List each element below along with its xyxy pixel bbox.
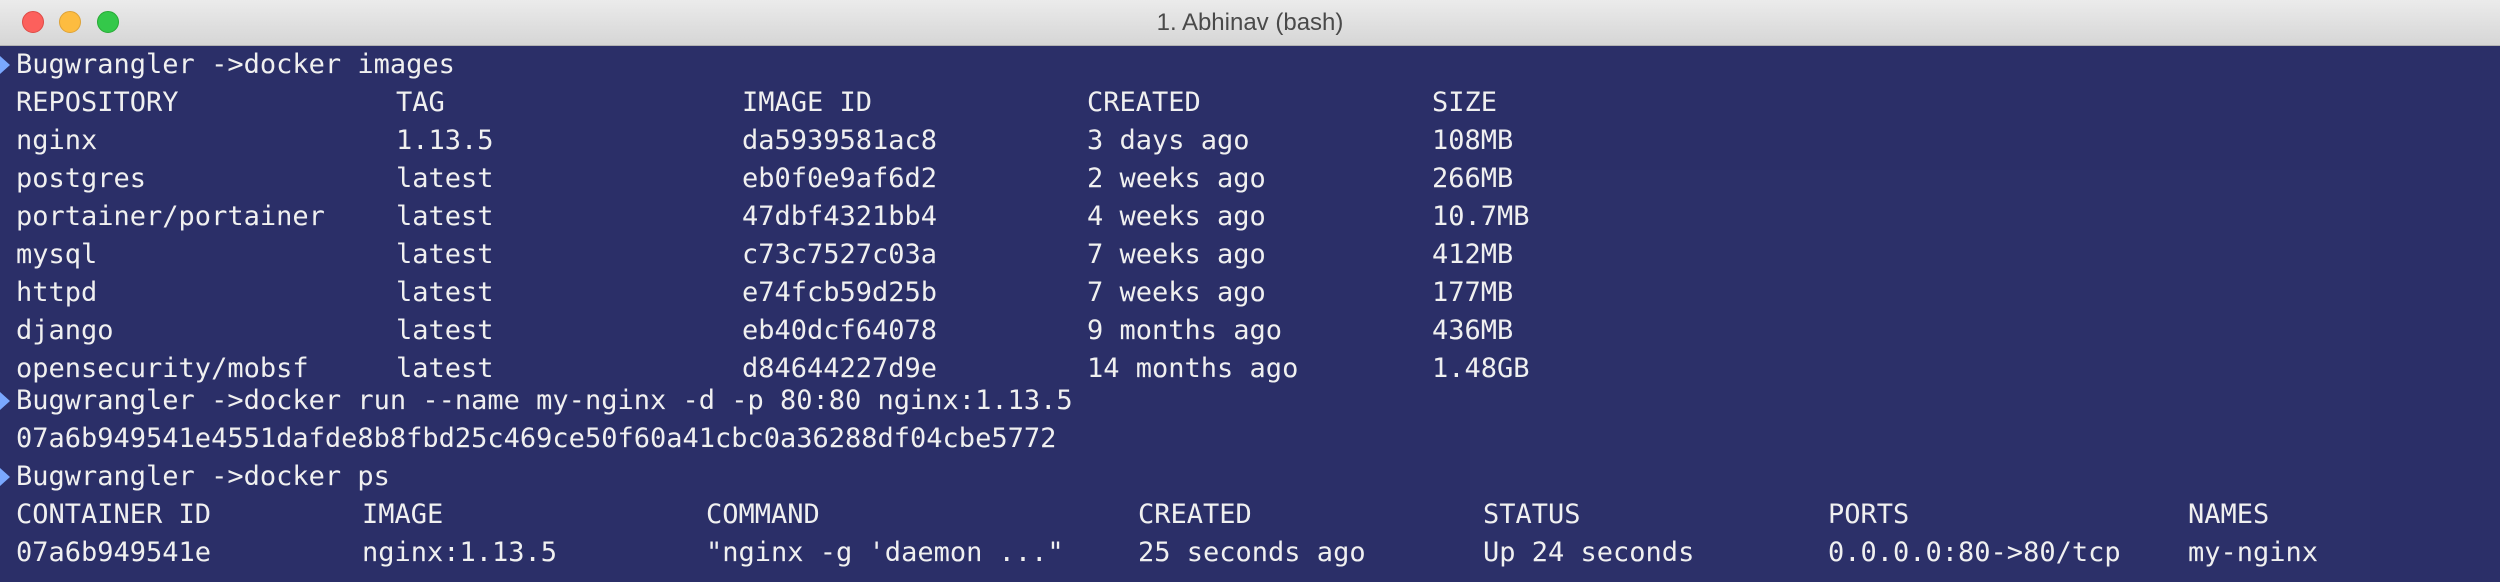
table-header-cell: CREATED xyxy=(1138,499,1252,530)
command-line: Bugwrangler ->docker run --name my-nginx… xyxy=(16,385,1073,416)
table-cell: latest xyxy=(396,239,494,270)
table-cell: nginx:1.13.5 xyxy=(362,537,558,568)
table-header-cell: NAMES xyxy=(2188,499,2270,530)
prompt-marker-icon xyxy=(0,56,10,74)
title-bar[interactable]: 1. Abhinav (bash) xyxy=(0,0,2500,46)
table-cell: c73c7527c03a xyxy=(742,239,938,270)
prompt-marker-icon xyxy=(0,392,10,410)
table-header-cell: IMAGE xyxy=(362,499,444,530)
table-header-cell: CONTAINER ID xyxy=(16,499,212,530)
table-cell: 108MB xyxy=(1432,125,1514,156)
table-header-cell: REPOSITORY xyxy=(16,87,179,118)
table-header-cell: IMAGE ID xyxy=(742,87,873,118)
table-cell: 1.48GB xyxy=(1432,353,1530,384)
table-header-cell: COMMAND xyxy=(706,499,820,530)
table-cell: da5939581ac8 xyxy=(742,125,938,156)
terminal-window: 1. Abhinav (bash) Bugwrangler ->docker i… xyxy=(0,0,2500,582)
table-cell: postgres xyxy=(16,163,147,194)
terminal-output[interactable]: Bugwrangler ->docker images REPOSITORY TA… xyxy=(0,46,2500,582)
table-cell: 14 months ago xyxy=(1087,353,1299,384)
table-cell: eb0f0e9af6d2 xyxy=(742,163,938,194)
prompt-marker-icon xyxy=(0,468,10,486)
table-cell: portainer/portainer xyxy=(16,201,325,232)
table-cell: 266MB xyxy=(1432,163,1514,194)
table-cell: mysql xyxy=(16,239,98,270)
table-cell: 10.7MB xyxy=(1432,201,1530,232)
command-line: Bugwrangler ->docker ps xyxy=(16,461,390,492)
table-cell: Up 24 seconds xyxy=(1483,537,1695,568)
table-header-cell: CREATED xyxy=(1087,87,1201,118)
table-cell: django xyxy=(16,315,114,346)
table-cell: latest xyxy=(396,201,494,232)
table-cell: 177MB xyxy=(1432,277,1514,308)
table-header-cell: STATUS xyxy=(1483,499,1581,530)
table-cell: eb40dcf64078 xyxy=(742,315,938,346)
table-cell: my-nginx xyxy=(2188,537,2319,568)
table-cell: 0.0.0.0:80->80/tcp xyxy=(1828,537,2121,568)
table-cell: 3 days ago xyxy=(1087,125,1250,156)
table-cell: 7 weeks ago xyxy=(1087,277,1266,308)
table-cell: nginx xyxy=(16,125,98,156)
table-cell: 47dbf4321bb4 xyxy=(742,201,938,232)
table-cell: 436MB xyxy=(1432,315,1514,346)
table-header-cell: TAG xyxy=(396,87,445,118)
window-title: 1. Abhinav (bash) xyxy=(1156,9,1344,36)
table-header-cell: SIZE xyxy=(1432,87,1498,118)
table-cell: httpd xyxy=(16,277,98,308)
table-cell: 9 months ago xyxy=(1087,315,1283,346)
table-cell: latest xyxy=(396,315,494,346)
table-cell: "nginx -g 'daemon ..." xyxy=(706,537,1064,568)
table-cell: 412MB xyxy=(1432,239,1514,270)
table-cell: e74fcb59d25b xyxy=(742,277,938,308)
table-cell: latest xyxy=(396,163,494,194)
table-cell: 7 weeks ago xyxy=(1087,239,1266,270)
table-cell: latest xyxy=(396,277,494,308)
table-cell: 25 seconds ago xyxy=(1138,537,1366,568)
table-cell: 07a6b949541e xyxy=(16,537,212,568)
table-cell: 2 weeks ago xyxy=(1087,163,1266,194)
table-cell: 4 weeks ago xyxy=(1087,201,1266,232)
table-header-cell: PORTS xyxy=(1828,499,1910,530)
container-id-output: 07a6b949541e4551dafde8b8fbd25c469ce50f60… xyxy=(16,423,1057,454)
command-line: Bugwrangler ->docker images xyxy=(16,49,455,80)
table-cell: 1.13.5 xyxy=(396,125,494,156)
